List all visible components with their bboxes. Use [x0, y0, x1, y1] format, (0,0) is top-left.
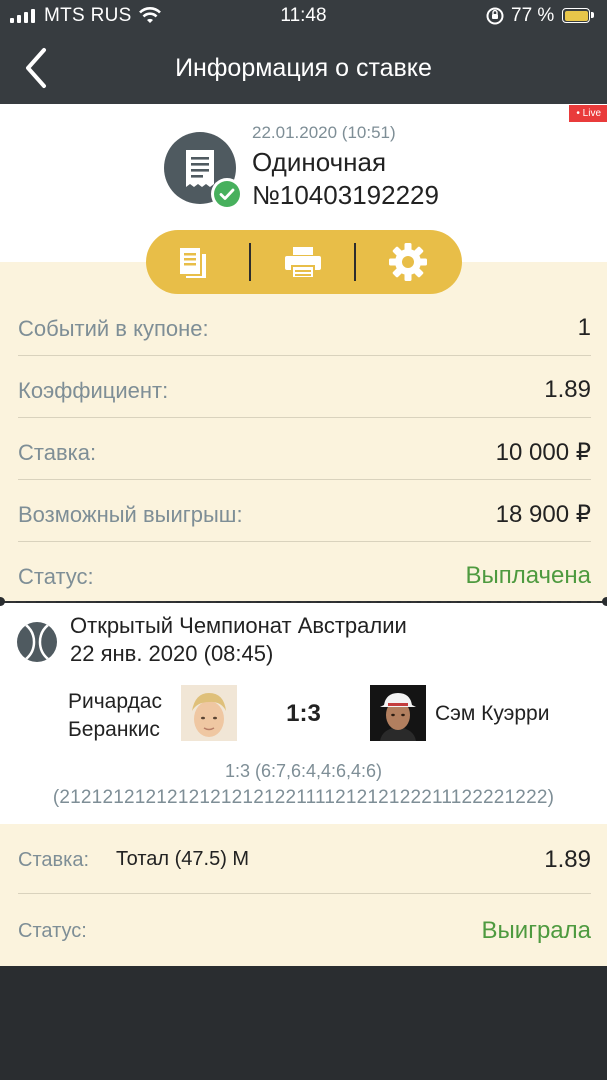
pick-coefficient: 1.89: [544, 846, 591, 873]
coefficient-row: Коэффициент: 1.89: [18, 356, 591, 418]
print-button[interactable]: [253, 230, 353, 294]
gear-icon: [389, 243, 427, 281]
pick-status-value: Выиграла: [481, 917, 591, 944]
copy-button[interactable]: [146, 230, 246, 294]
possible-win-row: Возможный выигрыш: 18 900 ₽: [18, 480, 591, 542]
events-count-label: Событий в купоне:: [18, 316, 209, 341]
coefficient-value: 1.89: [544, 376, 591, 403]
page-title: Информация о ставке: [175, 54, 432, 82]
game-sequence: (212121212121212121212211112121212221112…: [52, 787, 555, 808]
pick-market: Тотал (47.5) М: [116, 848, 250, 870]
live-badge: • Live: [569, 105, 607, 122]
check-icon: [211, 178, 243, 210]
bet-type: Одиночная: [252, 147, 387, 177]
action-bar: [146, 230, 462, 294]
action-separator: [354, 243, 356, 281]
status-bar: MTS RUS 11:48 77 %: [0, 0, 607, 34]
pick-status-row: Статус: Выиграла: [18, 895, 591, 965]
pick-details: Ставка: Тотал (47.5) М 1.89 Статус: Выиг…: [0, 824, 607, 966]
stake-label: Ставка:: [18, 440, 97, 465]
possible-win-value: 18 900 ₽: [495, 501, 591, 528]
bet-datetime: 22.01.2020 (10:51): [252, 123, 396, 142]
events-count-row: Событий в купоне: 1: [18, 294, 591, 356]
stake-value: 10 000 ₽: [495, 439, 591, 466]
events-count-value: 1: [577, 314, 591, 341]
battery-percent: 77 %: [511, 5, 555, 26]
possible-win-label: Возможный выигрыш:: [18, 502, 243, 527]
divider-notch: [602, 597, 607, 606]
stake-row: Ставка: 10 000 ₽: [18, 418, 591, 480]
print-icon: [285, 247, 321, 279]
battery-charging-icon: [562, 8, 594, 23]
action-separator: [249, 243, 251, 281]
set-scores: 1:3 (6:7,6:4,4:6,4:6): [224, 761, 383, 781]
pick-status-label: Статус:: [18, 920, 87, 942]
settings-button[interactable]: [358, 230, 458, 294]
top-bar: MTS RUS 11:48 77 % Информация о ставке: [0, 0, 607, 104]
player2-name: Сэм Куэрри: [435, 702, 550, 725]
event-date: 22 янв. 2020 (08:45): [70, 641, 274, 666]
bet-summary: Событий в купоне: 1 Коэффициент: 1.89 Ст…: [0, 262, 607, 601]
event-card: Открытый Чемпионат Австралии 22 янв. 202…: [0, 603, 607, 824]
status-label: Статус:: [18, 564, 94, 589]
copy-document-icon: [180, 248, 206, 278]
pick-stake-row: Ставка: Тотал (47.5) М 1.89: [18, 824, 591, 894]
tennis-ball-icon: [17, 622, 57, 662]
status-row: Статус: Выплачена: [18, 542, 591, 604]
rotation-lock-icon: [486, 7, 504, 25]
pick-stake-label: Ставка:: [18, 849, 89, 871]
dashed-divider: [0, 601, 607, 603]
bet-number: №10403192229: [252, 180, 439, 210]
player2-avatar: [370, 685, 426, 741]
tournament-name: Открытый Чемпионат Австралии: [70, 613, 407, 638]
coefficient-label: Коэффициент:: [18, 378, 169, 403]
status-value: Выплачена: [465, 562, 591, 589]
